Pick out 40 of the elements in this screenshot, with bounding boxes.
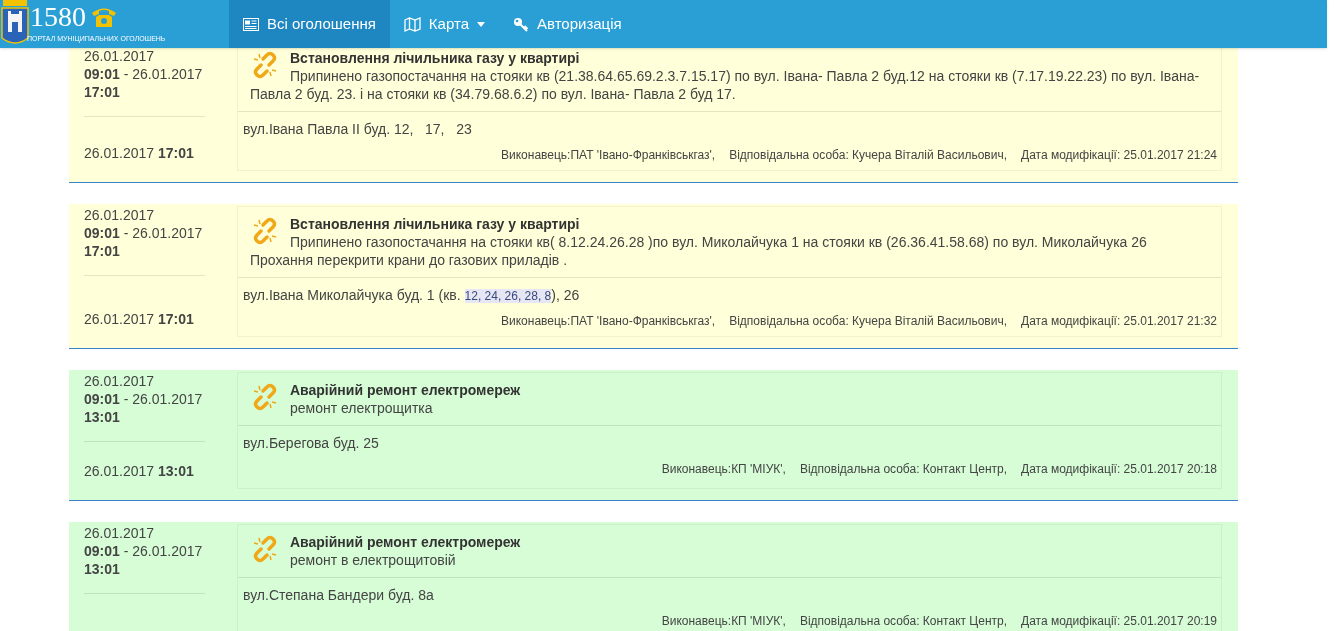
announcement-description: ремонт електрощитка <box>290 400 433 416</box>
announcement-title: Аварійний ремонт електромереж <box>290 382 521 398</box>
address: вул.Степана Бандери буд. 8а <box>242 586 435 605</box>
newspaper-icon <box>243 17 259 31</box>
contractor: Виконавець:КП 'МІУК', <box>661 613 786 630</box>
telephone-icon <box>90 6 118 28</box>
event-period: 26.01.2017 09:01 - 26.01.2017 17:01 <box>84 206 205 276</box>
published-date: 26.01.2017 17:01 <box>84 144 195 162</box>
address: вул.Івана Павла ІІ буд. 12, 17, 23 <box>242 120 473 139</box>
address: вул.Івана Миколайчука буд. 1 (кв. 12, 24, 26, 28, 8), 26 <box>242 286 581 305</box>
contractor: Виконавець:ПАТ 'Івано-Франківськгаз', <box>501 147 716 164</box>
published-date: 26.01.2017 17:01 <box>84 310 195 328</box>
nav-link[interactable]: Авторизація <box>499 0 636 48</box>
event-period: 26.01.2017 09:01 - 26.01.2017 13:01 <box>84 524 205 594</box>
event-period: 26.01.2017 09:01 - 26.01.2017 17:01 <box>84 47 205 117</box>
nav-link[interactable]: Карта <box>389 0 499 48</box>
nav-link[interactable]: Всі оголошення <box>229 0 390 48</box>
published-date: 26.01.2017 13:01 <box>84 462 195 480</box>
contractor: Виконавець:ПАТ 'Івано-Франківськгаз', <box>501 313 716 330</box>
address: вул.Берегова буд. 25 <box>242 434 380 453</box>
event-period: 26.01.2017 09:01 - 26.01.2017 13:01 <box>84 372 205 442</box>
responsible-person: Відповідальна особа: Кучера Віталій Васильович, <box>729 147 1008 164</box>
modified-date: Дата модифікації: 25.01.2017 21:24 <box>1021 147 1217 164</box>
contractor: Виконавець:КП 'МІУК', <box>661 461 786 478</box>
announcement-description: ремонт в електрощитовій <box>290 552 456 568</box>
responsible-person: Відповідальна особа: Контакт Центр, <box>799 461 1008 478</box>
caret-icon <box>477 21 485 27</box>
responsible-person: Відповідальна особа: Контакт Центр, <box>799 613 1008 630</box>
key-icon <box>513 16 529 32</box>
announcement-description: Припинено газопостачання на стояки кв( 8.12.24.26.28 )по вул. Миколайчука 1 на стояки кв (26.36.41.58.68) по вул. Миколайчука 26 Прохання перекрити крани до газових приладів . <box>250 234 1147 268</box>
responsible-person: Відповідальна особа: Кучера Віталій Васильович, <box>729 313 1008 330</box>
map-icon <box>403 16 421 32</box>
announcement-title: Встановлення лічильника газу у квартирі <box>290 216 580 232</box>
announcement-title: Встановлення лічильника газу у квартирі <box>290 50 580 66</box>
announcement-title: Аварійний ремонт електромереж <box>290 534 521 550</box>
announcement-description: Припинено газопостачання на стояки кв (21.38.64.65.69.2.3.7.15.17) по вул. Івана- Павла 2 буд.12 на стояки кв (7.17.19.22.23) по вул. Івана-Павла 2 буд. 23. і на стояки кв (34.79.68.6.2) по вул. Івана- Павла 2 буд 17. <box>250 68 1200 102</box>
logo-number: 1580 <box>30 0 86 34</box>
modified-date: Дата модифікації: 25.01.2017 21:32 <box>1021 313 1217 330</box>
modified-date: Дата модифікації: 25.01.2017 20:19 <box>1021 613 1217 630</box>
modified-date: Дата модифікації: 25.01.2017 20:18 <box>1021 461 1217 478</box>
